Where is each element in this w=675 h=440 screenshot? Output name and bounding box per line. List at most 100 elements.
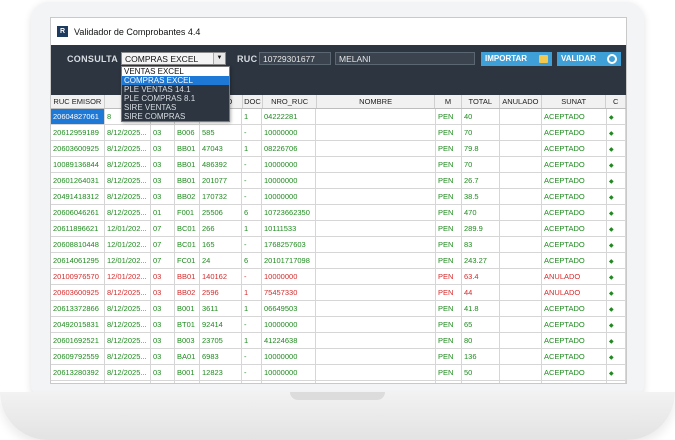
table-row[interactable]: 20614061295 12/01/202... 07 FC01 24 6 20101717…: [51, 253, 626, 269]
table-cell: 8/12/2025...: [105, 349, 151, 364]
table-cell: [500, 285, 542, 300]
column-header[interactable]: DOC: [243, 95, 264, 108]
column-header[interactable]: TOTAL: [462, 95, 500, 108]
table-cell: 03: [151, 173, 175, 188]
column-header[interactable]: RUC EMISOR: [51, 95, 105, 108]
table-row[interactable]: 205161384848/12/2025...03BB0183783-10000…: [51, 381, 626, 383]
dropdown-option[interactable]: SIRE VENTAS: [122, 103, 229, 112]
table-cell: 12/01/202...: [105, 269, 151, 284]
table-row[interactable]: 20100976570 12/01/202... 03 BB01 140162-1000…: [51, 269, 626, 285]
table-cell: PEN: [436, 157, 462, 172]
dropdown-option[interactable]: VENTAS EXCEL: [122, 67, 229, 76]
table-row[interactable]: 20612959189 8/12/2025... 03 B006 585-1000000…: [51, 125, 626, 141]
table-cell: 10000000: [262, 189, 316, 204]
table-row[interactable]: 20603600925 8/12/2025... 03 BB01 47043 1 08226…: [51, 141, 626, 157]
chevron-down-icon[interactable]: ▼: [213, 53, 225, 64]
ruc-input[interactable]: 10729301677: [259, 52, 331, 65]
column-header[interactable]: C: [606, 95, 626, 108]
table-cell: BB02: [175, 285, 200, 300]
table-cell: 20614061295: [51, 253, 105, 268]
consulta-label: CONSULTA: [67, 54, 119, 64]
table-cell: PEN: [436, 221, 462, 236]
status-indicator-icon: ◆: [607, 221, 626, 236]
table-cell: 266: [200, 221, 242, 236]
table-row[interactable]: 20603600925 8/12/2025... 03 BB02 2596 1 754573…: [51, 285, 626, 301]
table-cell: PEN: [436, 125, 462, 140]
table-row[interactable]: 20609792559 8/12/2025... 03 BA01 6983-100000…: [51, 349, 626, 365]
table-cell: -: [242, 157, 262, 172]
table-cell: [316, 189, 436, 204]
table-cell: 08226706: [262, 141, 316, 156]
consulta-dropdown-list: VENTAS EXCEL COMPRAS EXCEL PLE VENTAS 14.1…: [121, 66, 230, 122]
table-cell: 10000000: [262, 173, 316, 188]
table-row[interactable]: 10089136844 8/12/2025... 03 BB01 486392-1000…: [51, 157, 626, 173]
table-cell: [500, 365, 542, 380]
table-cell: 8/12/2025...: [105, 333, 151, 348]
status-indicator-icon: ◆: [607, 189, 626, 204]
table-row[interactable]: 20613280392 8/12/2025... 03 B001 12823-10000…: [51, 365, 626, 381]
column-header[interactable]: NRO_RUC: [263, 95, 317, 108]
table-cell: PEN: [436, 285, 462, 300]
table-cell: 20601264031: [51, 173, 105, 188]
consulta-select[interactable]: COMPRAS EXCEL ▼: [121, 52, 226, 65]
table-cell: [500, 333, 542, 348]
table-cell: [500, 157, 542, 172]
validar-button[interactable]: VALIDAR: [557, 52, 621, 66]
table-cell: 243.27: [462, 253, 500, 268]
table-cell: 20609792559: [51, 349, 105, 364]
company-name-input[interactable]: MELANI: [335, 52, 475, 65]
table-row[interactable]: 20601264031 8/12/2025... 03 BB01 201077-1000…: [51, 173, 626, 189]
table-cell: ACEPTADO: [542, 365, 607, 380]
table-row[interactable]: 20613372866 8/12/2025... 03 B001 3611 1 066495…: [51, 301, 626, 317]
table-cell: 20603600925: [51, 141, 105, 156]
table-cell: 470: [462, 205, 500, 220]
table-row[interactable]: 20601692521 8/12/2025... 03 B003 23705 1 41224…: [51, 333, 626, 349]
table-cell: PEN: [436, 253, 462, 268]
app-window: R Validador de Comprobantes 4.4 CONSULTA…: [50, 17, 627, 384]
table-cell: 26.7: [462, 173, 500, 188]
table-cell: PEN: [436, 349, 462, 364]
column-header[interactable]: SUNAT: [542, 95, 607, 108]
table-cell: B001: [175, 301, 200, 316]
refresh-icon: [607, 54, 617, 64]
table-cell: ACEPTADO: [542, 381, 607, 383]
table-row[interactable]: 20491418312 8/12/2025... 03 BB02 170732-1000…: [51, 189, 626, 205]
table-cell: 75457330: [262, 285, 316, 300]
table-cell: [316, 381, 436, 383]
column-header[interactable]: M: [435, 95, 462, 108]
table-cell: [500, 141, 542, 156]
table-cell: 1: [242, 109, 262, 124]
table-cell: 06649503: [262, 301, 316, 316]
table-cell: [316, 141, 436, 156]
table-cell: PEN: [436, 365, 462, 380]
importar-button[interactable]: IMPORTAR: [481, 52, 552, 66]
table-cell: 8/12/2025...: [105, 189, 151, 204]
column-header[interactable]: NOMBRE: [317, 95, 436, 108]
table-row[interactable]: 20608810448 12/01/202... 07 BC01 165-1768257…: [51, 237, 626, 253]
dropdown-option[interactable]: PLE VENTAS 14.1: [122, 85, 229, 94]
table-cell: 20611896621: [51, 221, 105, 236]
column-header[interactable]: ANULADO: [500, 95, 542, 108]
table-cell: 8/12/2025...: [105, 205, 151, 220]
table-row[interactable]: 20606046261 8/12/2025... 01 F001 25506 6 10723…: [51, 205, 626, 221]
status-indicator-icon: ◆: [607, 253, 626, 268]
table-cell: 6: [242, 253, 262, 268]
table-cell: [316, 365, 436, 380]
table-cell: [316, 125, 436, 140]
table-row[interactable]: 20492015831 8/12/2025... 03 BT01 92414-10000…: [51, 317, 626, 333]
status-indicator-icon: ◆: [607, 333, 626, 348]
dropdown-option[interactable]: SIRE COMPRAS: [122, 112, 229, 121]
table-cell: B003: [175, 333, 200, 348]
table-cell: 6983: [200, 349, 242, 364]
table-cell: 20492015831: [51, 317, 105, 332]
dropdown-option[interactable]: PLE COMPRAS 8.1: [122, 94, 229, 103]
table-cell: PEN: [436, 301, 462, 316]
table-cell: 10000000: [262, 269, 316, 284]
table-row[interactable]: 20611896621 12/01/202... 07 BC01 266 1 1011153…: [51, 221, 626, 237]
table-cell: 40: [462, 109, 500, 124]
table-cell: ACEPTADO: [542, 189, 607, 204]
ruc-label: RUC: [237, 54, 258, 64]
status-indicator-icon: ◆: [607, 141, 626, 156]
dropdown-option[interactable]: COMPRAS EXCEL: [122, 76, 229, 85]
table-cell: 92414: [200, 317, 242, 332]
